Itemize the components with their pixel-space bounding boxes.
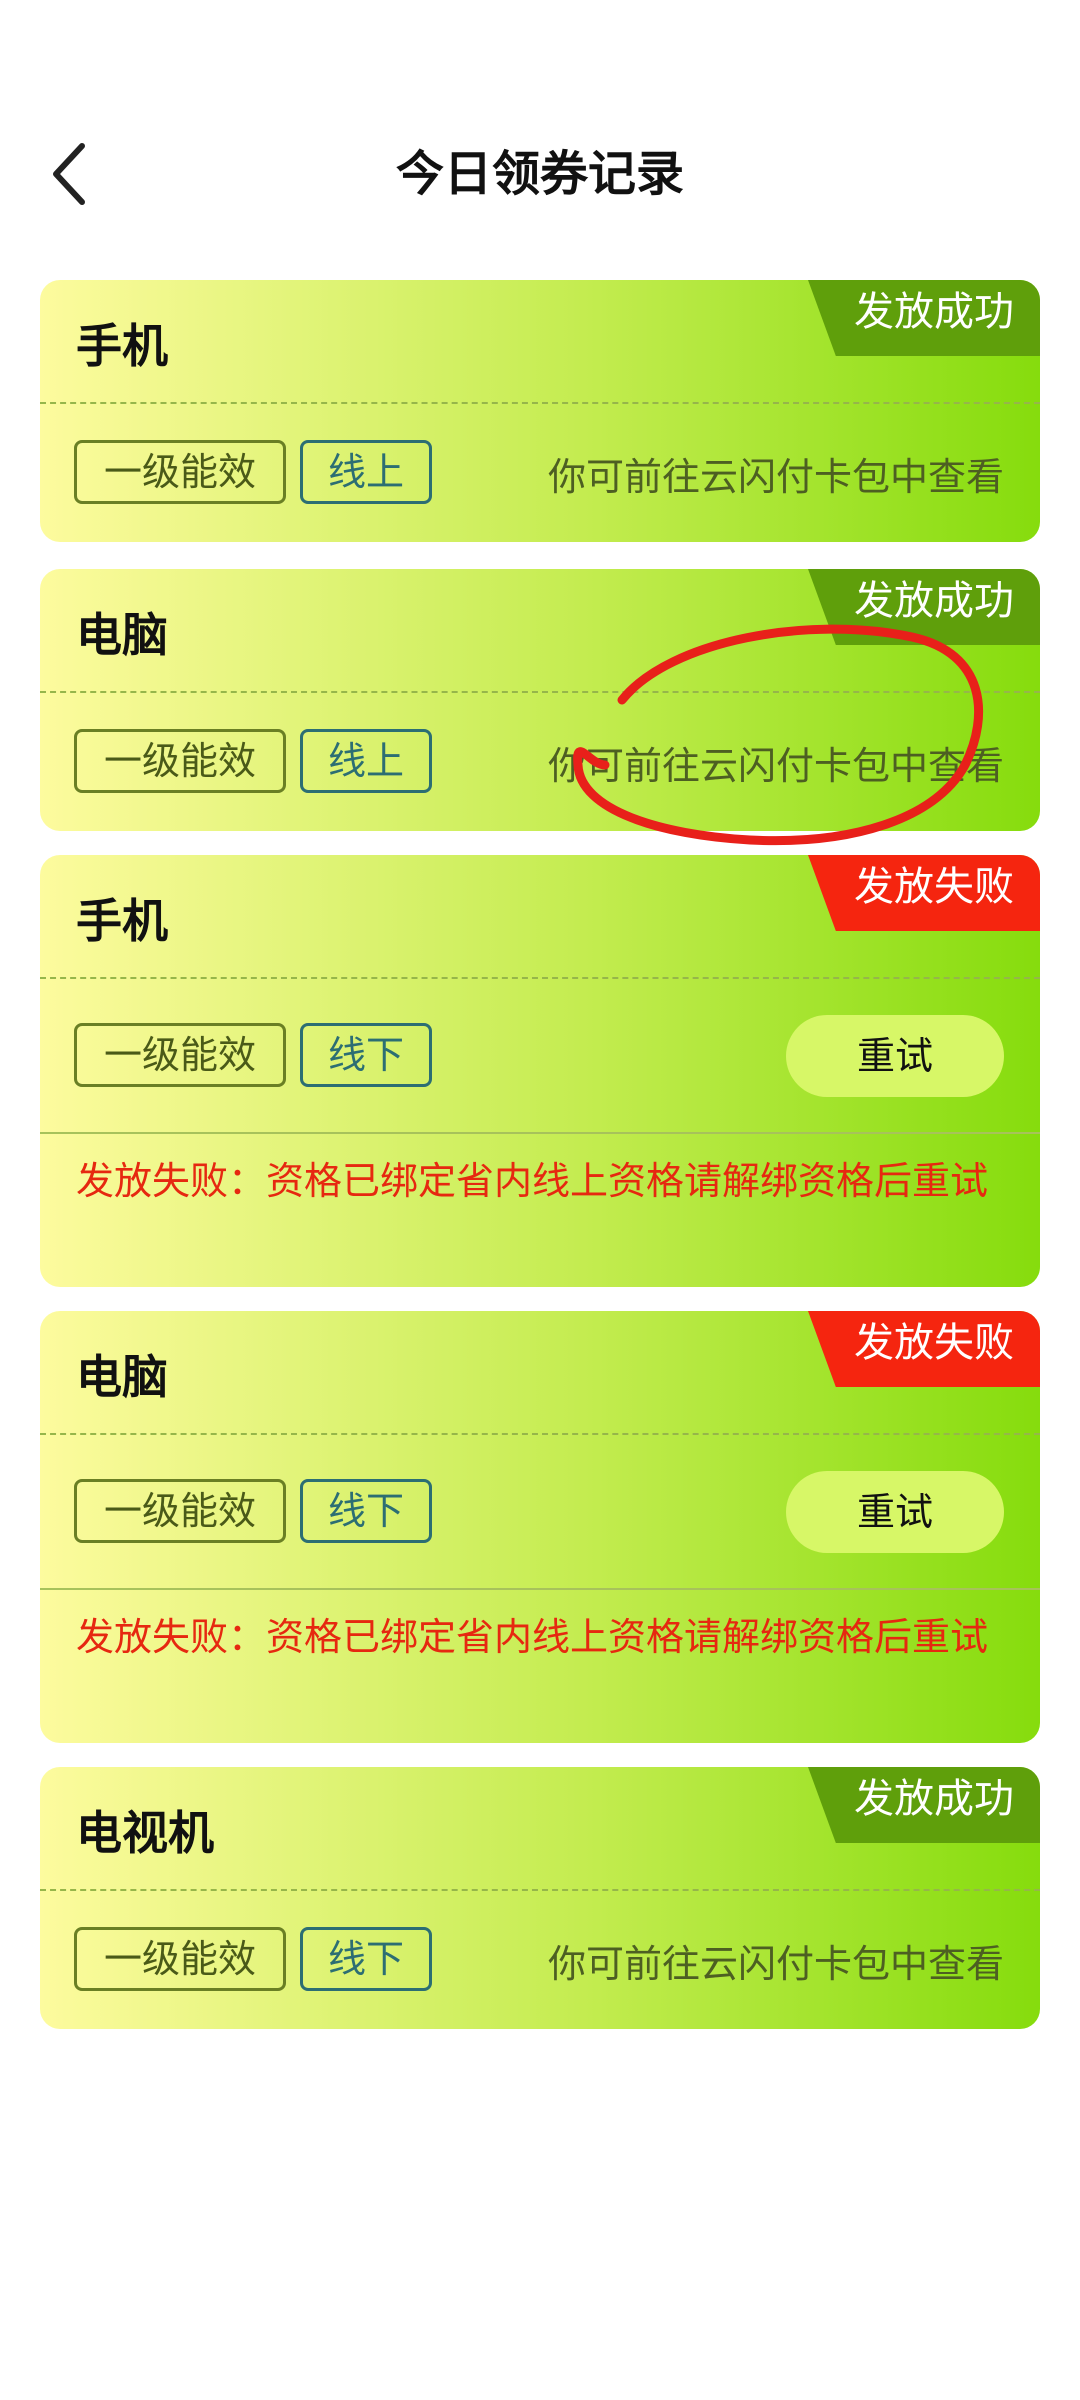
error-message: 发放失败：资格已绑定省内线上资格请解绑资格后重试 bbox=[76, 1159, 989, 1203]
divider bbox=[40, 977, 1040, 979]
grade-tag: 一级能效 bbox=[74, 1479, 286, 1543]
divider bbox=[40, 691, 1040, 693]
product-name: 电脑 bbox=[76, 1350, 168, 1404]
status-badge: 发放失败 bbox=[808, 1311, 1040, 1387]
status-badge: 发放成功 bbox=[808, 569, 1040, 645]
page-header: 今日领券记录 bbox=[0, 110, 1080, 230]
grade-tag: 一级能效 bbox=[74, 729, 286, 793]
status-badge: 发放成功 bbox=[808, 1767, 1040, 1843]
channel-tag: 线下 bbox=[300, 1023, 432, 1087]
divider bbox=[40, 402, 1040, 404]
retry-button[interactable]: 重试 bbox=[786, 1015, 1004, 1097]
record-card: 发放成功 电脑 一级能效 线上 你可前往云闪付卡包中查看 bbox=[40, 569, 1040, 831]
record-card: 发放失败 手机 一级能效 线下 重试 发放失败：资格已绑定省内线上资格请解绑资格… bbox=[40, 855, 1040, 1287]
channel-tag: 线下 bbox=[300, 1479, 432, 1543]
divider bbox=[40, 1588, 1040, 1590]
grade-tag: 一级能效 bbox=[74, 440, 286, 504]
coupon-hint: 你可前往云闪付卡包中查看 bbox=[547, 1942, 1004, 1986]
product-name: 手机 bbox=[76, 319, 168, 373]
record-card: 发放失败 电脑 一级能效 线下 重试 发放失败：资格已绑定省内线上资格请解绑资格… bbox=[40, 1311, 1040, 1743]
divider bbox=[40, 1889, 1040, 1891]
product-name: 手机 bbox=[76, 894, 168, 948]
grade-tag: 一级能效 bbox=[74, 1927, 286, 1991]
retry-button[interactable]: 重试 bbox=[786, 1471, 1004, 1553]
status-badge: 发放失败 bbox=[808, 855, 1040, 931]
coupon-hint: 你可前往云闪付卡包中查看 bbox=[547, 744, 1004, 788]
product-name: 电视机 bbox=[76, 1806, 214, 1860]
coupon-hint: 你可前往云闪付卡包中查看 bbox=[547, 455, 1004, 499]
channel-tag: 线上 bbox=[300, 729, 432, 793]
channel-tag: 线下 bbox=[300, 1927, 432, 1991]
status-badge: 发放成功 bbox=[808, 280, 1040, 356]
record-card: 发放成功 手机 一级能效 线上 你可前往云闪付卡包中查看 bbox=[40, 280, 1040, 542]
error-message: 发放失败：资格已绑定省内线上资格请解绑资格后重试 bbox=[76, 1615, 989, 1659]
divider bbox=[40, 1132, 1040, 1134]
page-title: 今日领券记录 bbox=[395, 146, 684, 202]
divider bbox=[40, 1433, 1040, 1435]
channel-tag: 线上 bbox=[300, 440, 432, 504]
record-card: 发放成功 电视机 一级能效 线下 你可前往云闪付卡包中查看 bbox=[40, 1767, 1040, 2029]
product-name: 电脑 bbox=[76, 608, 168, 662]
grade-tag: 一级能效 bbox=[74, 1023, 286, 1087]
